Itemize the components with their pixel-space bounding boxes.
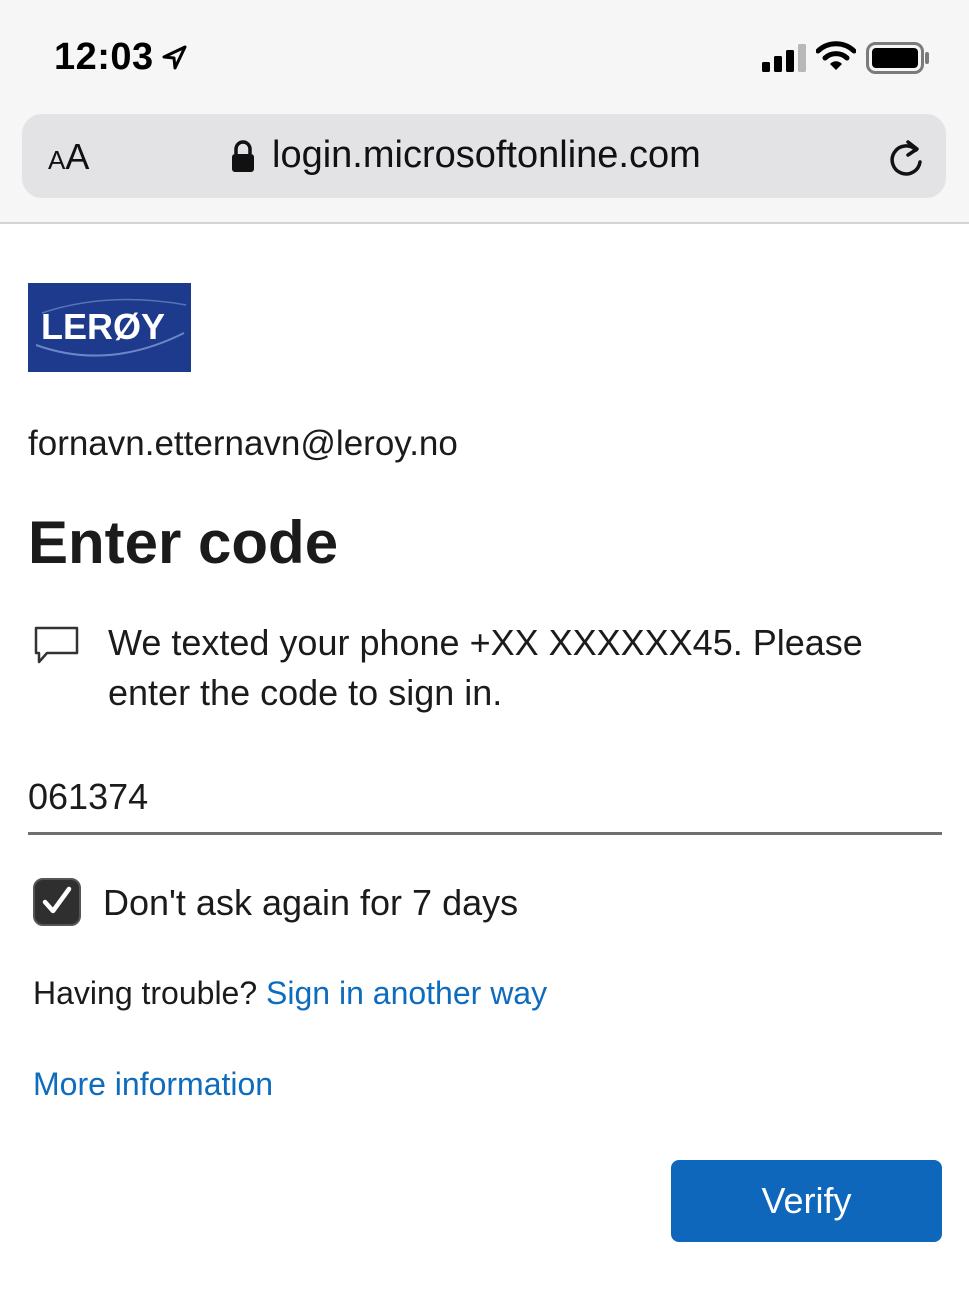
trouble-prefix: Having trouble?: [33, 975, 258, 1011]
browser-chrome: 12:03 AA login.microsoftonline.com: [0, 0, 969, 224]
reload-icon[interactable]: [886, 136, 926, 180]
battery-icon: [866, 42, 929, 74]
url-text[interactable]: login.microsoftonline.com: [272, 134, 701, 177]
text-size-button[interactable]: AA: [48, 136, 89, 178]
account-email: fornavn.etternavn@leroy.no: [28, 424, 458, 463]
status-time: 12:03: [54, 36, 154, 78]
wifi-icon: [816, 41, 856, 70]
sms-message: We texted your phone +XX XXXXXX45. Pleas…: [108, 622, 863, 713]
more-information-link[interactable]: More information: [33, 1066, 273, 1103]
verify-button[interactable]: Verify: [671, 1160, 942, 1242]
trouble-line: Having trouble? Sign in another way: [33, 975, 547, 1012]
lock-icon: [232, 140, 254, 172]
checkmark-icon: [42, 886, 72, 914]
location-arrow-icon: [162, 45, 187, 70]
sms-bubble-icon: [34, 626, 79, 664]
remember-label[interactable]: Don't ask again for 7 days: [103, 882, 518, 924]
text-size-small-a: A: [48, 145, 66, 175]
code-input[interactable]: [28, 762, 942, 835]
text-size-large-a: A: [65, 136, 90, 177]
company-logo: LERØY: [28, 283, 191, 372]
page-title: Enter code: [28, 509, 339, 576]
sign-in-another-way-link[interactable]: Sign in another way: [266, 975, 547, 1011]
address-bar[interactable]: AA login.microsoftonline.com: [22, 114, 946, 198]
logo-text: LERØY: [41, 306, 165, 347]
remember-checkbox[interactable]: [33, 878, 81, 926]
cellular-signal-icon: [762, 44, 806, 72]
